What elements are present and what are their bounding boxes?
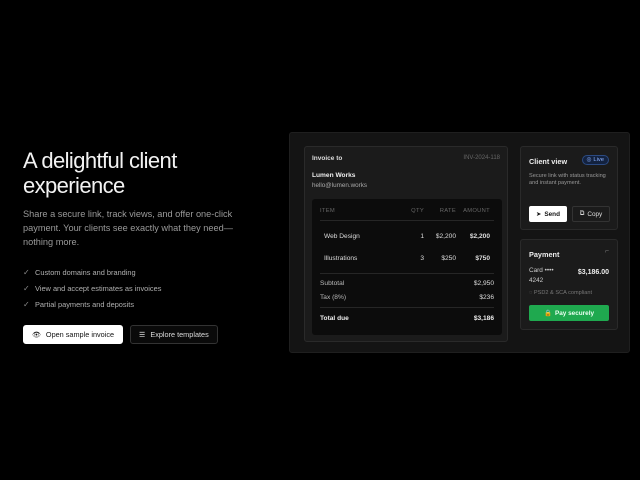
button-label: Open sample invoice xyxy=(45,330,115,339)
cell-item: Web Design xyxy=(324,233,360,240)
feature-item: ✓ Partial payments and deposits xyxy=(23,296,263,312)
tax-row: Tax (8%) $236 xyxy=(320,294,494,301)
cell-amount: $2,200 xyxy=(469,233,490,240)
divider xyxy=(320,220,494,221)
hero-title-line2: experience xyxy=(23,173,125,198)
send-icon: ➤ xyxy=(536,211,542,218)
payment-amount: $3,186.00 xyxy=(577,269,609,276)
showcase-panel: Invoice to INV-2024-118 Lumen Works hell… xyxy=(289,132,630,353)
lock-icon: 🔒 xyxy=(543,310,552,317)
hero-section: A delightful client experience Share a s… xyxy=(23,148,263,344)
check-icon: ✓ xyxy=(23,299,30,309)
cell-qty: 1 xyxy=(420,233,424,240)
list-icon: ☰ xyxy=(139,331,146,339)
hero-lead: Share a secure link, track views, and of… xyxy=(23,209,233,247)
security-label: PSD2 & SCA compliant xyxy=(533,290,593,296)
line-items-table: ITEM QTY RATE AMOUNT Web Design 1 $2,200… xyxy=(312,199,502,335)
button-label: Explore templates xyxy=(150,330,209,339)
divider xyxy=(320,307,494,308)
feature-item: ✓ View and accept estimates as invoices xyxy=(23,280,263,296)
feature-item: ✓ Custom domains and branding xyxy=(23,264,263,280)
button-label: Send xyxy=(544,210,560,218)
open-sample-invoice-button[interactable]: 👁 Open sample invoice xyxy=(23,325,124,344)
table-row: Web Design 1 $2,200 $2,200 xyxy=(324,233,494,240)
col-rate: RATE xyxy=(439,208,456,214)
invoice-card: Invoice to INV-2024-118 Lumen Works hell… xyxy=(304,146,508,342)
eye-icon: 👁 xyxy=(32,331,41,339)
cell-rate: $250 xyxy=(441,255,456,262)
hero-title: A delightful client experience xyxy=(23,148,263,198)
table-row: Illustrations 3 $250 $750 xyxy=(324,255,494,262)
feature-label: Partial payments and deposits xyxy=(35,299,135,309)
cell-amount: $750 xyxy=(475,255,490,262)
invoice-number: INV-2024-118 xyxy=(463,155,500,161)
total-value: $3,186 xyxy=(473,315,494,322)
live-badge: ◎ Live xyxy=(581,155,609,165)
feature-list: ✓ Custom domains and branding ✓ View and a… xyxy=(23,264,263,312)
client-view-title: Client view xyxy=(529,157,568,166)
broadcast-icon: ◎ xyxy=(586,157,592,163)
subtotal-row: Subtotal $2,950 xyxy=(320,280,494,287)
cta-group: 👁 Open sample invoice ☰ Explore template… xyxy=(23,325,263,344)
total-label: Total due xyxy=(320,315,349,322)
copy-icon: ⧉ xyxy=(579,210,585,217)
subtotal-value: $2,950 xyxy=(473,280,494,287)
send-button[interactable]: ➤ Send xyxy=(529,206,567,222)
payment-card: Payment ⌐ Card •••• 4242 $3,186.00 ◌ PSD… xyxy=(520,239,618,330)
badge-label: Live xyxy=(593,157,604,163)
button-label: Pay securely xyxy=(554,309,595,317)
pay-securely-button[interactable]: 🔒 Pay securely xyxy=(529,305,609,321)
card-icon: ⌐ xyxy=(604,248,609,255)
cell-item: Illustrations xyxy=(324,255,358,262)
shield-icon: ◌ xyxy=(529,290,533,296)
payment-title: Payment xyxy=(529,250,560,259)
check-icon: ✓ xyxy=(23,267,30,277)
col-item: ITEM xyxy=(320,208,336,214)
card-number: Card •••• 4242 xyxy=(529,267,554,284)
check-icon: ✓ xyxy=(23,283,30,293)
client-view-description: Secure link with status tracking and ins… xyxy=(529,173,606,187)
copy-button[interactable]: ⧉ Copy xyxy=(572,206,610,222)
total-row: Total due $3,186 xyxy=(320,315,494,322)
feature-label: View and accept estimates as invoices xyxy=(35,283,162,293)
col-qty: QTY xyxy=(411,208,424,214)
divider xyxy=(320,273,494,274)
col-amount: AMOUNT xyxy=(463,208,490,214)
client-name: Lumen Works xyxy=(312,172,356,179)
table-header: ITEM QTY RATE AMOUNT xyxy=(320,208,494,214)
explore-templates-button[interactable]: ☰ Explore templates xyxy=(130,325,218,344)
subtotal-label: Subtotal xyxy=(320,280,345,287)
button-label: Copy xyxy=(587,210,603,218)
client-email: hello@lumen.works xyxy=(312,182,368,189)
cell-qty: 3 xyxy=(420,255,424,262)
client-view-card: Client view ◎ Live Secure link with stat… xyxy=(520,146,618,230)
tax-label: Tax (8%) xyxy=(320,294,347,301)
invoice-to-label: Invoice to xyxy=(312,155,343,162)
feature-label: Custom domains and branding xyxy=(35,267,136,277)
hero-title-line1: A delightful client xyxy=(23,148,177,173)
invoice-header: Invoice to INV-2024-118 xyxy=(312,155,500,162)
tax-value: $236 xyxy=(479,294,494,301)
cell-rate: $2,200 xyxy=(435,233,456,240)
security-note: ◌ PSD2 & SCA compliant xyxy=(529,290,592,296)
